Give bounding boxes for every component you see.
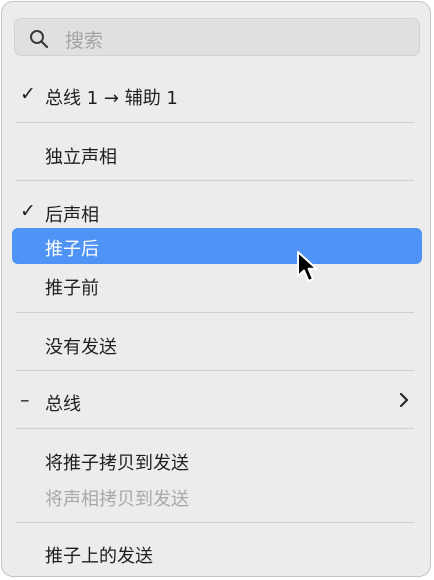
search-field[interactable]: 搜索 (14, 18, 420, 56)
mouse-pointer-icon (297, 251, 318, 282)
menu-item-bus1-aux1[interactable]: ✓ 总线 1 → 辅助 1 (12, 77, 422, 113)
menu-item-label: 将推子拷贝到发送 (45, 453, 189, 474)
menu-item-post-pan[interactable]: ✓ 后声相 (12, 194, 422, 230)
menu-separator (16, 122, 414, 123)
menu-separator (16, 370, 414, 371)
menu-item-copy-pan-to-send: 将声相拷贝到发送 (12, 478, 422, 514)
menu-separator (16, 312, 414, 313)
menu-item-label: 推子上的发送 (45, 546, 153, 567)
menu-item-no-send[interactable]: 没有发送 (12, 326, 422, 362)
menu-item-independent-pan[interactable]: 独立声相 (12, 136, 422, 172)
menu-item-label: 推子后 (45, 239, 99, 260)
search-placeholder: 搜索 (65, 30, 104, 52)
menu-separator (16, 180, 414, 181)
context-menu: 搜索 ✓ 总线 1 → 辅助 1 独立声相 ✓ 后声相 推子后 推子前 没有发送… (1, 1, 431, 577)
menu-item-label: 将声相拷贝到发送 (45, 489, 189, 510)
menu-item-sends-on-fader[interactable]: 推子上的发送 (12, 535, 422, 571)
menu-item-copy-fader-to-send[interactable]: 将推子拷贝到发送 (12, 442, 422, 478)
menu-item-label: 总线 1 → 辅助 1 (45, 88, 178, 109)
menu-item-label: 后声相 (45, 205, 99, 226)
checkmark-icon: ✓ (20, 83, 36, 105)
menu-item-pre-fader[interactable]: 推子前 (12, 267, 422, 303)
menu-separator (16, 522, 414, 523)
menu-item-label: 推子前 (45, 278, 99, 299)
menu-separator (16, 428, 414, 429)
checkmark-icon: ✓ (20, 200, 36, 222)
chevron-right-icon (399, 392, 409, 408)
menu-item-bus-submenu[interactable]: – 总线 (12, 383, 422, 419)
menu-item-label: 独立声相 (45, 147, 117, 168)
search-icon (30, 30, 49, 49)
menu-item-label: 总线 (45, 394, 81, 415)
mixed-state-icon: – (20, 389, 30, 411)
menu-item-label: 没有发送 (45, 337, 117, 358)
menu-item-post-fader[interactable]: 推子后 (12, 228, 422, 264)
